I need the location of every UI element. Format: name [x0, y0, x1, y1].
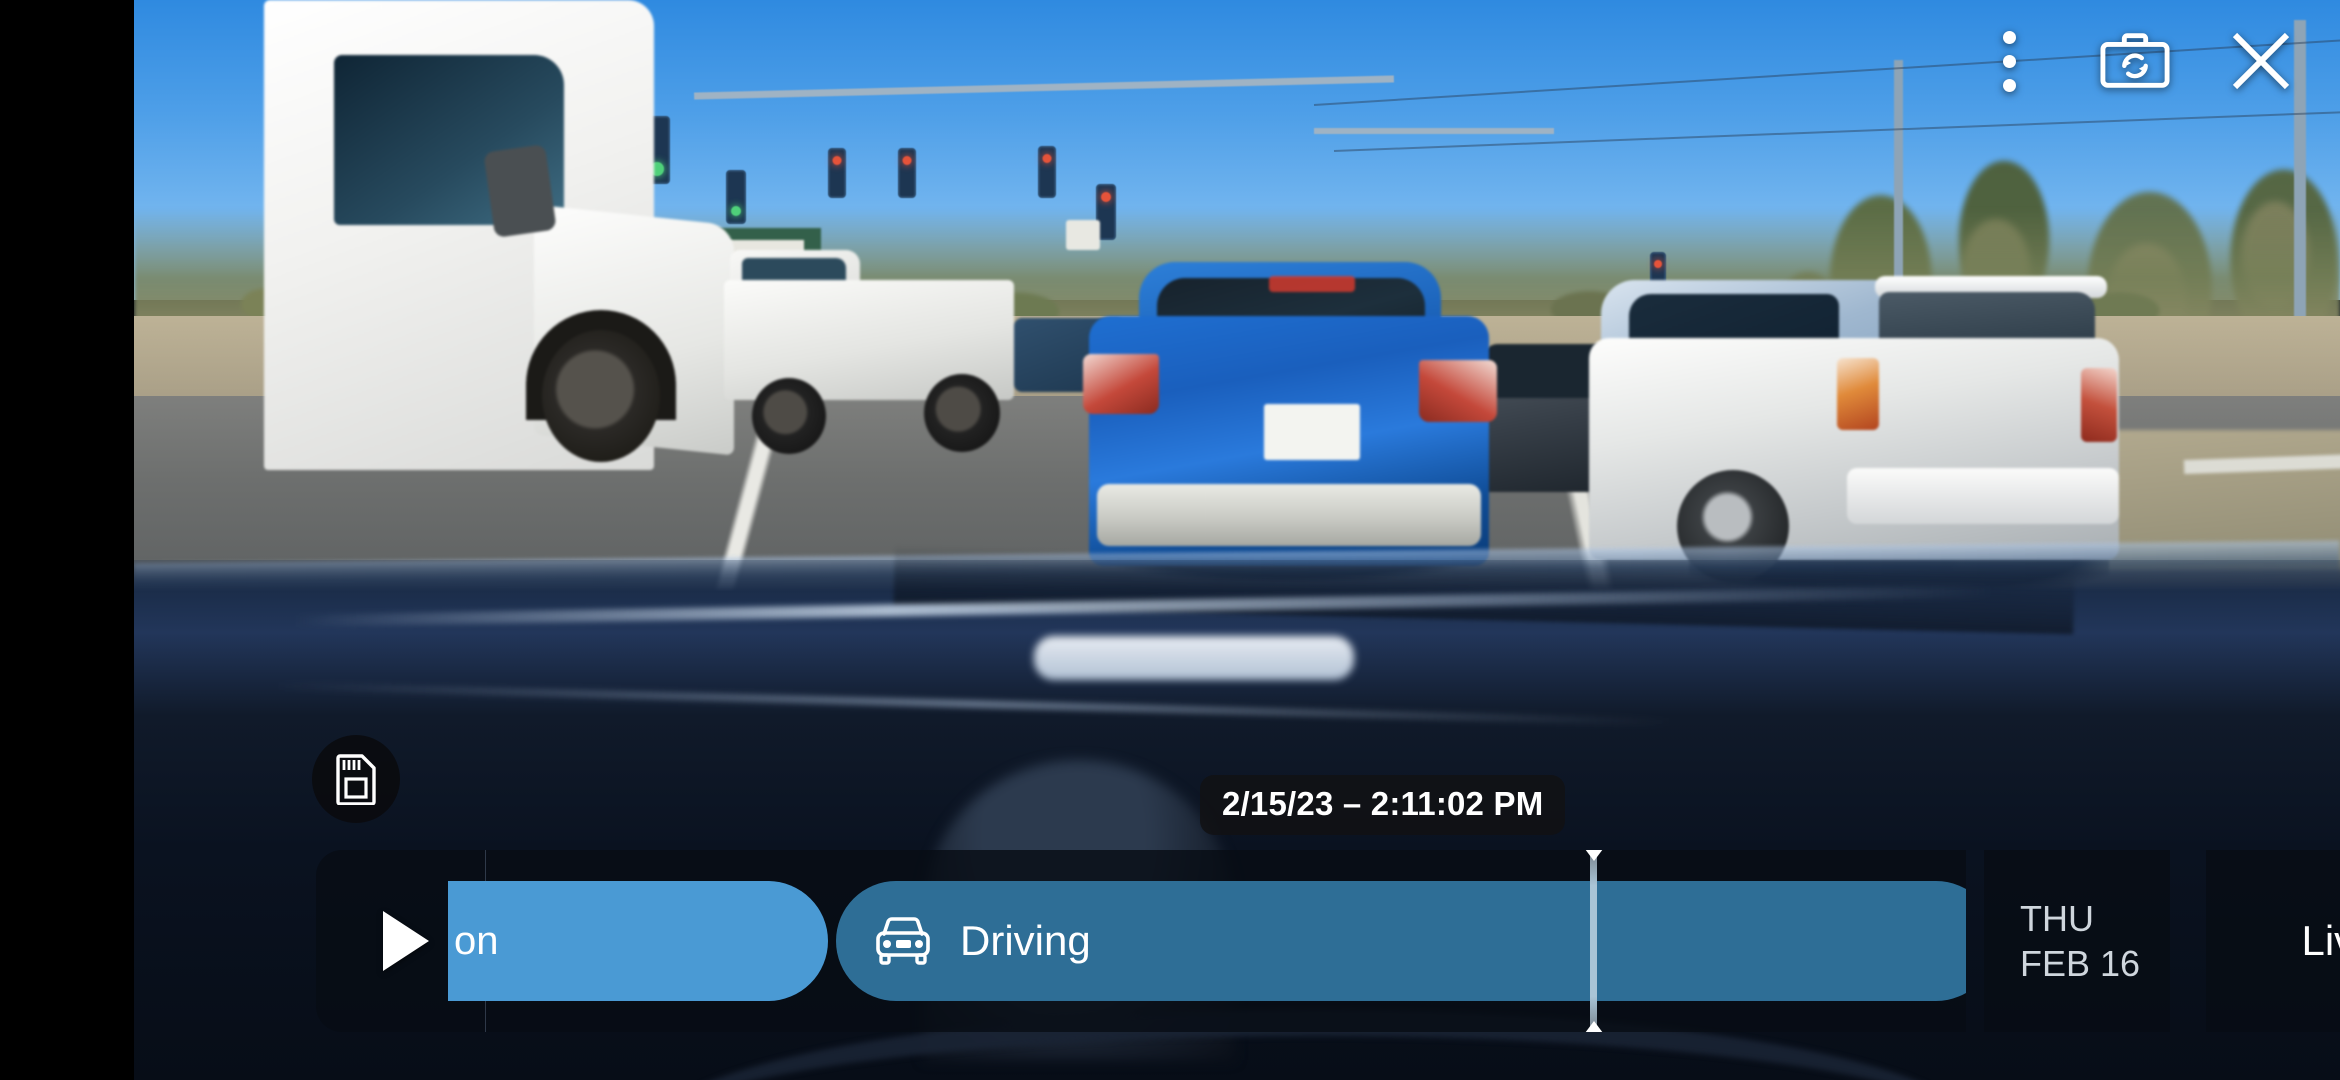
- traffic-light-5: [726, 170, 746, 224]
- video-timestamp: 2/15/23 – 2:11:02 PM: [1200, 775, 1566, 835]
- video-viewport[interactable]: 2/15/23 – 2:11:02 PM on Driving THU FEB …: [134, 0, 2340, 1080]
- switch-camera-button[interactable]: [2100, 26, 2170, 96]
- scene-glare-highlight: [1034, 636, 1354, 680]
- close-icon: [2232, 32, 2290, 90]
- timeline-segment-label: Driving: [960, 917, 1091, 964]
- playback-control-bar: on Driving THU FEB 16 Li: [268, 850, 2340, 1032]
- dashcam-viewer-screen: 2/15/23 – 2:11:02 PM on Driving THU FEB …: [0, 0, 2340, 1080]
- vehicle-blue-suv: [1083, 262, 1497, 582]
- top-toolbar: [1974, 26, 2296, 96]
- close-button[interactable]: [2226, 26, 2296, 96]
- traffic-light-8: [1038, 146, 1056, 198]
- camera-switch-icon: [2100, 33, 2170, 88]
- timeline-segment-sentry[interactable]: on: [448, 881, 828, 1001]
- more-options-button[interactable]: [1974, 26, 2044, 96]
- timeline-playhead[interactable]: [1579, 850, 1609, 1032]
- traffic-light-7: [898, 148, 916, 198]
- date-month-day: FEB 16: [2020, 943, 2141, 984]
- timeline-segment-driving[interactable]: Driving: [836, 881, 1966, 1001]
- traffic-light-6: [828, 148, 846, 198]
- sd-card-icon: [336, 754, 376, 805]
- timeline-panel[interactable]: on Driving: [316, 850, 1966, 1032]
- play-icon: [382, 911, 429, 971]
- scene-road-sign: [1066, 220, 1100, 250]
- scene-mast-arm-1: [1314, 128, 1554, 134]
- live-button[interactable]: Live: [2206, 850, 2340, 1032]
- live-button-label: Live: [2301, 917, 2340, 964]
- timeline-segment-label: on: [454, 918, 499, 963]
- date-day-of-week: THU: [2020, 898, 2094, 939]
- vehicle-white-suv: [1589, 262, 2119, 596]
- car-icon: [872, 916, 934, 966]
- storage-status-badge[interactable]: [312, 735, 400, 823]
- kebab-menu-icon: [2002, 30, 2016, 92]
- timeline-track[interactable]: on Driving: [448, 850, 1966, 1032]
- date-indicator[interactable]: THU FEB 16: [1984, 850, 2170, 1032]
